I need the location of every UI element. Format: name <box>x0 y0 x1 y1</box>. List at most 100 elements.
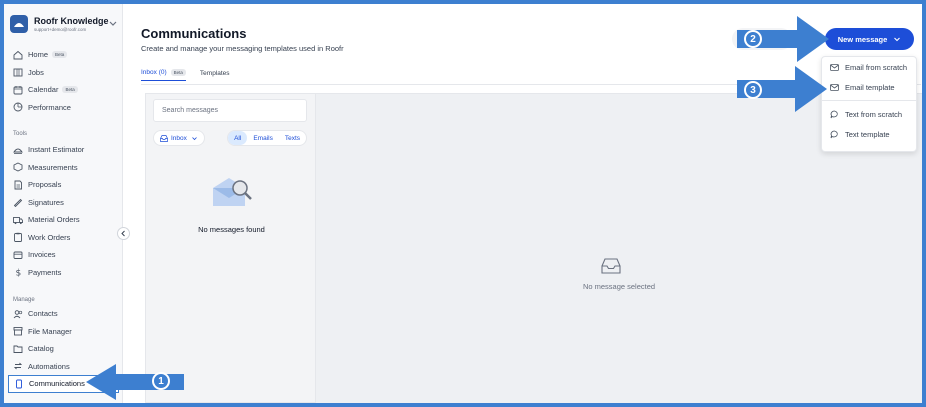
tab-label: Inbox (0) <box>141 69 167 76</box>
tray-icon <box>601 258 621 274</box>
inbox-dropdown-label: Inbox <box>171 134 187 142</box>
menu-item-label: Email from scratch <box>845 62 908 72</box>
file-manager-icon <box>13 327 23 336</box>
annotation-badge-3: 3 <box>744 81 762 99</box>
estimator-icon <box>13 148 23 154</box>
new-message-menu: Email from scratch Email template Text f… <box>821 56 917 152</box>
invoice-icon <box>13 251 23 259</box>
sidebar-item-label: Instant Estimator <box>28 145 85 155</box>
sidebar-item-label: File Manager <box>28 326 72 336</box>
sidebar-item-label: Signatures <box>28 197 64 207</box>
inbox-icon <box>160 134 168 142</box>
sidebar-item-instant-estimator[interactable]: Instant Estimator <box>4 141 123 159</box>
roofr-logo-icon <box>10 15 28 33</box>
chevron-left-icon <box>121 230 125 237</box>
sidebar-item-measurements[interactable]: Measurements <box>4 159 123 177</box>
performance-icon <box>13 102 23 112</box>
chevron-down-icon <box>894 37 901 42</box>
filter-emails[interactable]: Emails <box>247 131 279 145</box>
truck-icon <box>13 216 23 224</box>
sidebar-item-label: Invoices <box>28 250 56 260</box>
sidebar-item-proposals[interactable]: Proposals <box>4 176 123 194</box>
beta-badge: Beta <box>62 86 78 94</box>
section-label-manage: Manage <box>13 297 35 303</box>
section-label-tools: Tools <box>13 131 28 137</box>
search-input[interactable]: Search messages <box>153 99 307 122</box>
inbox-dropdown[interactable]: Inbox <box>153 130 205 146</box>
filter-texts[interactable]: Texts <box>279 131 306 145</box>
beta-badge: Beta <box>52 51 68 59</box>
sidebar-item-contacts[interactable]: Contacts <box>4 305 123 323</box>
annotation-badge-1: 1 <box>152 372 170 390</box>
annotation-badge-2: 2 <box>744 30 762 48</box>
sidebar-item-label: Calendar <box>28 85 59 95</box>
signatures-icon <box>13 199 23 208</box>
automations-icon <box>13 362 23 370</box>
org-name: Roofr Knowledge <box>34 15 109 26</box>
sidebar-item-jobs[interactable]: Jobs <box>4 64 123 82</box>
sidebar-item-label: Proposals <box>28 180 62 190</box>
sidebar-item-home[interactable]: Home Beta <box>4 46 123 64</box>
chat-bubble-icon <box>830 130 838 138</box>
clipboard-icon <box>14 233 22 243</box>
message-list-panel: Search messages Inbox All Emails Texts N… <box>145 93 316 403</box>
menu-item-label: Email template <box>845 82 895 92</box>
jobs-icon <box>13 68 23 77</box>
sidebar-item-label: Jobs <box>28 67 44 77</box>
beta-badge: Beta <box>170 69 186 76</box>
org-switcher[interactable]: Roofr Knowledge support+demo@roofr.com <box>10 10 118 38</box>
svg-text:$: $ <box>16 269 22 278</box>
sidebar-item-performance[interactable]: Performance <box>4 99 123 117</box>
tab-inbox[interactable]: Inbox (0) Beta <box>141 65 186 81</box>
menu-divider <box>822 100 916 101</box>
sidebar-item-signatures[interactable]: Signatures <box>4 194 123 212</box>
empty-messages-text: No messages found <box>198 225 265 234</box>
chevron-down-icon <box>192 136 197 140</box>
sidebar-item-file-manager[interactable]: File Manager <box>4 323 123 341</box>
mail-icon <box>830 83 839 91</box>
sidebar-item-label: Automations <box>28 361 70 371</box>
tab-templates[interactable]: Templates <box>200 65 230 81</box>
sidebar-item-label: Catalog <box>28 344 54 354</box>
menu-item-email-template[interactable]: Email template <box>822 77 916 97</box>
phone-icon <box>16 379 22 389</box>
no-message-selected-text: No message selected <box>582 282 656 291</box>
sidebar: Roofr Knowledge support+demo@roofr.com H… <box>4 4 123 403</box>
message-filters: Inbox All Emails Texts <box>153 129 307 147</box>
sidebar-item-label: Contacts <box>28 309 58 319</box>
menu-item-label: Text template <box>845 129 890 139</box>
sidebar-item-label: Performance <box>28 102 71 112</box>
measurements-icon <box>13 162 23 172</box>
filter-all[interactable]: All <box>228 131 248 145</box>
dollar-icon: $ <box>16 269 22 278</box>
sidebar-item-label: Payments <box>28 267 62 277</box>
sidebar-item-invoices[interactable]: Invoices <box>4 246 123 264</box>
sidebar-item-material-orders[interactable]: Material Orders <box>4 211 123 229</box>
folder-icon <box>13 345 23 353</box>
page-subtitle: Create and manage your messaging templat… <box>141 44 344 53</box>
empty-mail-illustration-icon <box>213 178 252 206</box>
sidebar-item-calendar[interactable]: Calendar Beta <box>4 81 123 99</box>
tab-label: Templates <box>199 69 230 77</box>
main-content: Communications Create and manage your me… <box>124 4 922 403</box>
sidebar-item-payments[interactable]: $ Payments <box>4 264 123 282</box>
org-email: support+demo@roofr.com <box>34 26 87 32</box>
type-filter: All Emails Texts <box>227 130 307 146</box>
proposals-icon <box>14 180 22 190</box>
sidebar-item-work-orders[interactable]: Work Orders <box>4 229 123 247</box>
mail-icon <box>830 63 839 71</box>
contacts-icon <box>13 310 23 319</box>
sidebar-item-label: Measurements <box>28 162 78 172</box>
menu-item-email-from-scratch[interactable]: Email from scratch <box>822 57 916 77</box>
page-title: Communications <box>141 26 247 41</box>
nav-main: Home Beta Jobs Calendar Beta Performance <box>4 46 123 116</box>
sidebar-item-catalog[interactable]: Catalog <box>4 340 123 358</box>
sidebar-item-label: Work Orders <box>28 232 71 242</box>
menu-item-text-from-scratch[interactable]: Text from scratch <box>822 104 916 124</box>
menu-item-text-template[interactable]: Text template <box>822 124 916 144</box>
tabs: Inbox (0) Beta Templates <box>141 65 244 85</box>
sidebar-item-label: Communications <box>29 379 85 389</box>
home-icon <box>13 50 23 60</box>
new-message-button[interactable]: New message <box>825 28 914 50</box>
collapse-sidebar-button[interactable] <box>117 227 130 240</box>
